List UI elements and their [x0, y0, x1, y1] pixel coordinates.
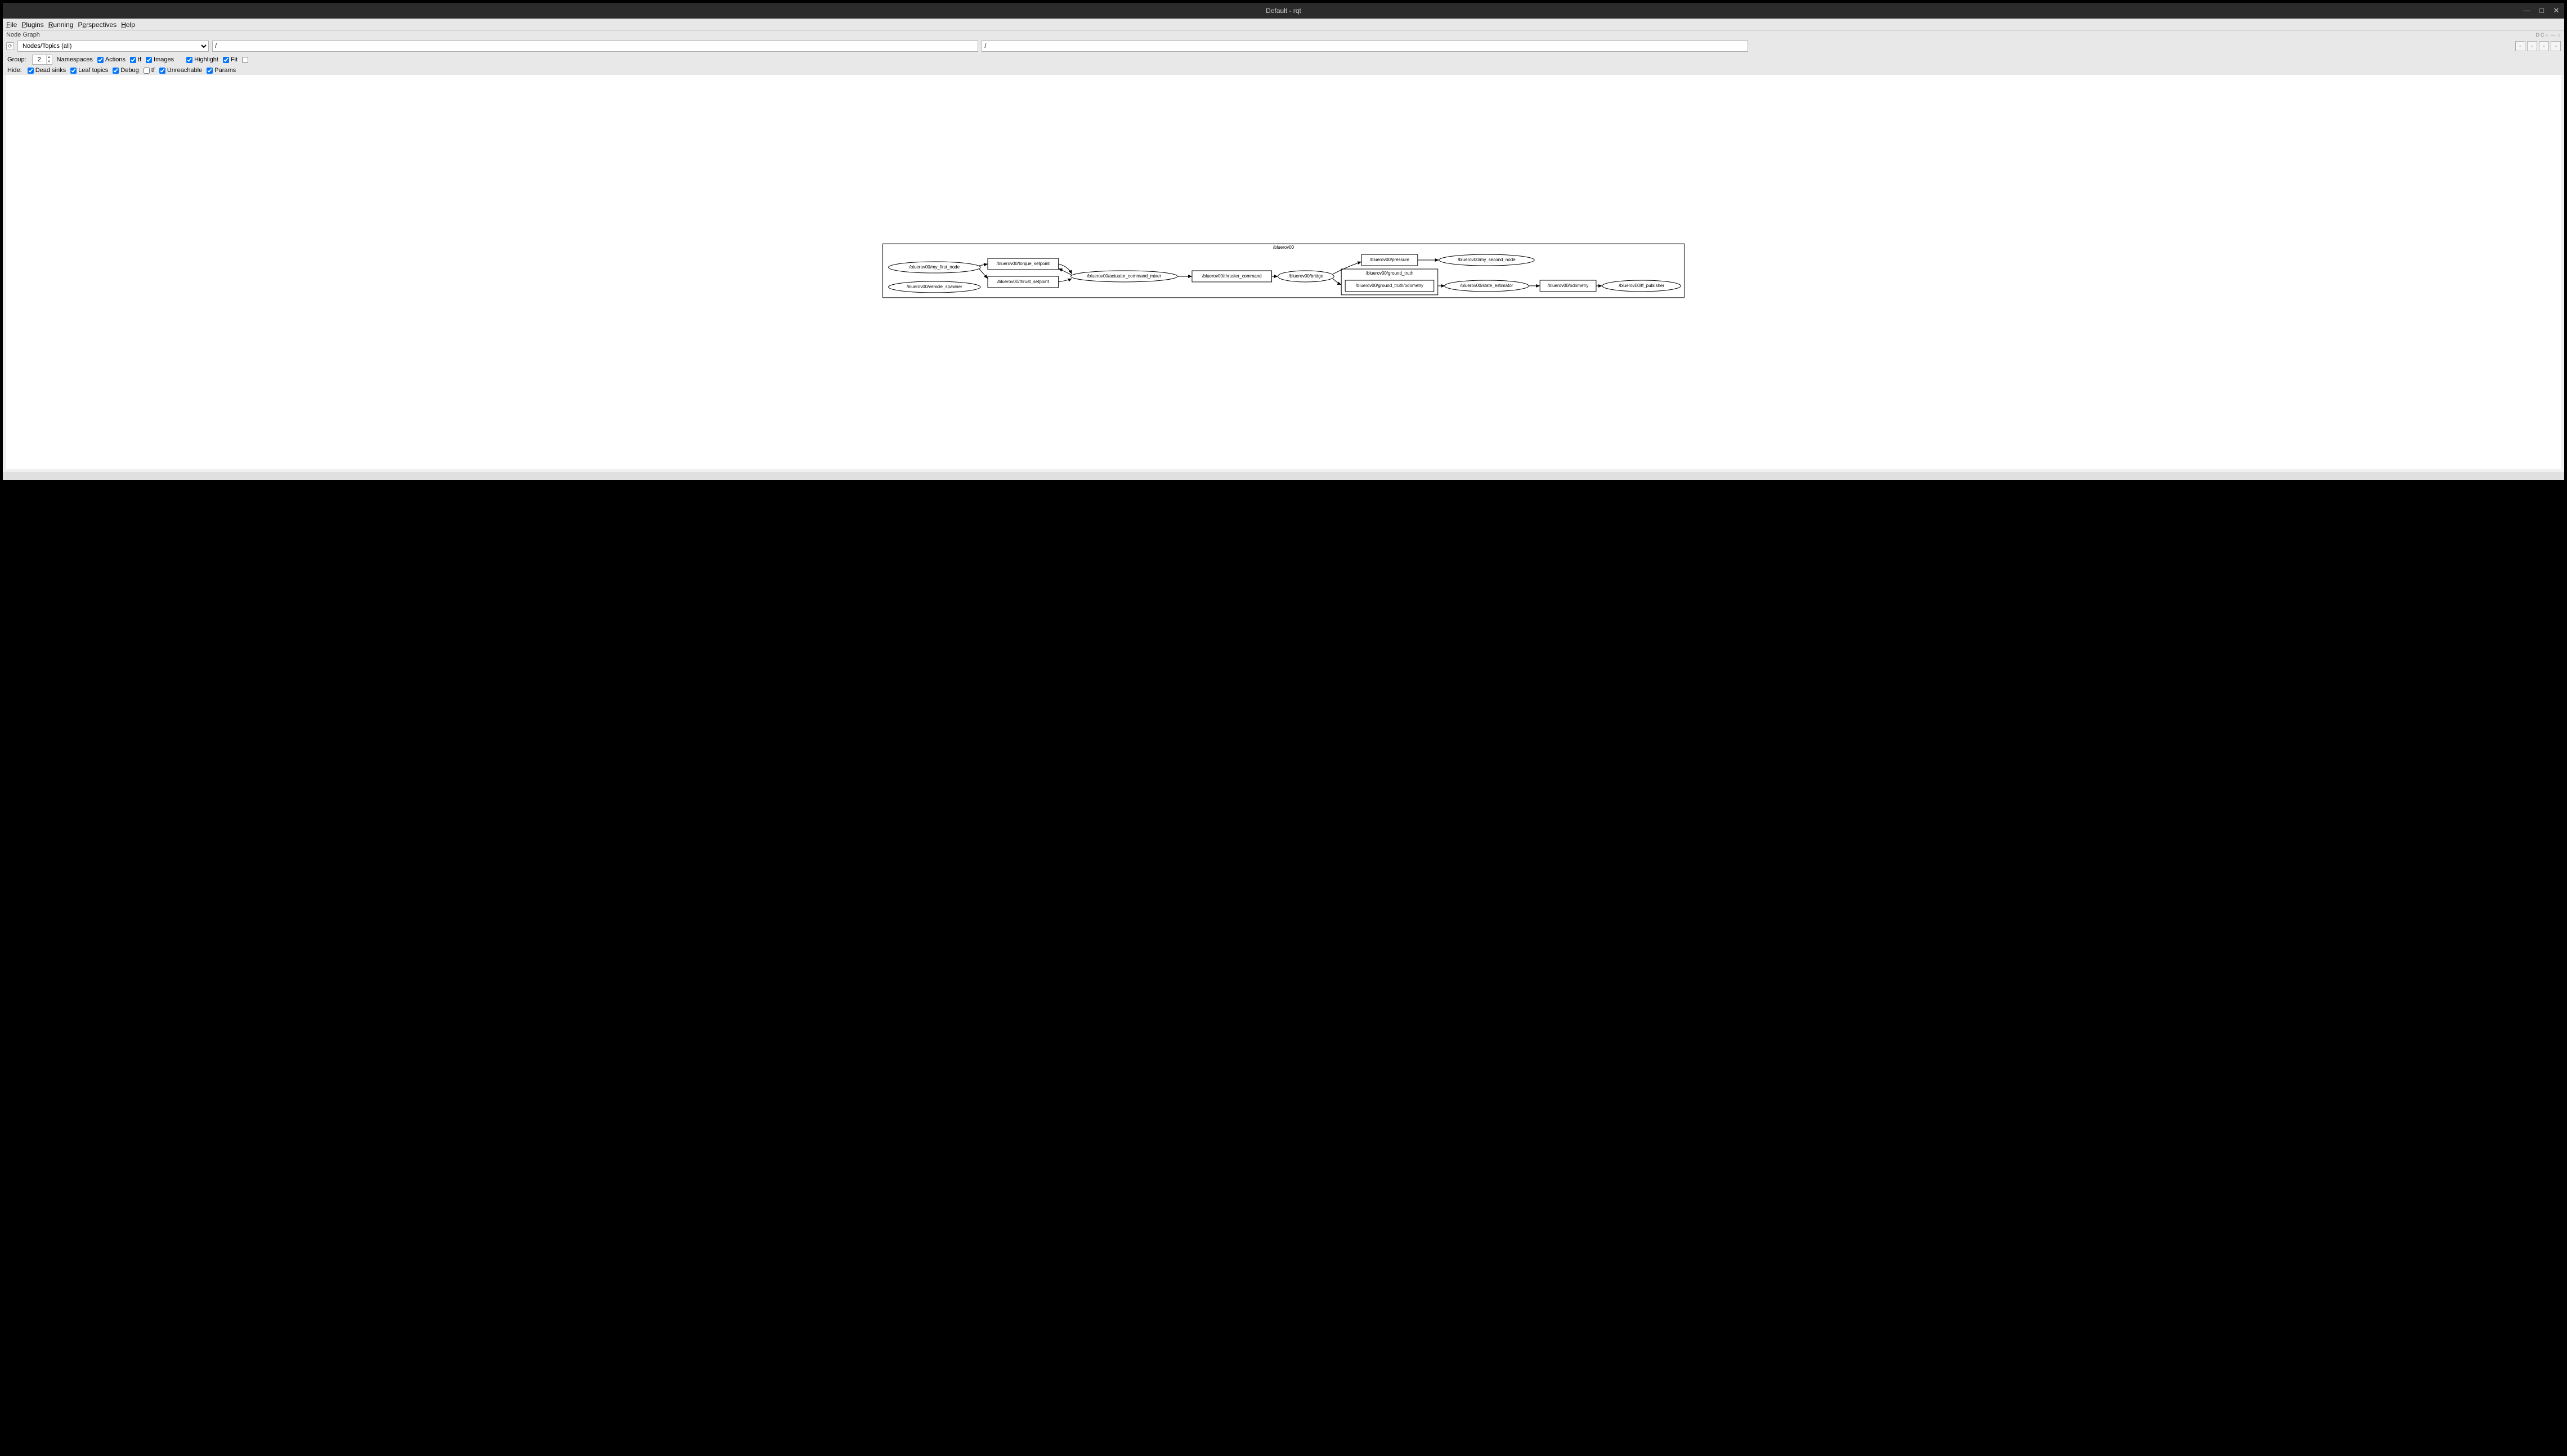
panel-menu-icon[interactable]: — — [2551, 32, 2556, 38]
save-image-button[interactable]: ▫ — [2515, 41, 2525, 51]
hide-label: Hide: — [7, 67, 22, 74]
edge — [1059, 264, 1072, 274]
tf-checkbox[interactable]: tf — [130, 56, 141, 63]
node-graph-svg: /bluerov00 /bluerov00/ground_truth /blue… — [7, 75, 2560, 468]
namespace-depth-spinner[interactable]: ▲▼ — [32, 55, 52, 65]
leaf-topics-checkbox[interactable]: Leaf topics — [70, 67, 108, 74]
panel-title: Node Graph — [6, 32, 40, 38]
debug-checkbox[interactable]: Debug — [113, 67, 138, 74]
statusbar — [3, 472, 2564, 480]
cluster-bluerov00-label: /bluerov00 — [1273, 245, 1294, 250]
edge — [979, 264, 988, 266]
edge — [1333, 279, 1341, 285]
edge — [979, 269, 988, 279]
svg-text:/bluerov00/actuator_command_mi: /bluerov00/actuator_command_mixer — [1087, 274, 1162, 279]
svg-text:/bluerov00/bridge: /bluerov00/bridge — [1289, 274, 1324, 279]
graph-canvas[interactable]: /bluerov00 /bluerov00/ground_truth /blue… — [6, 75, 2561, 469]
hide-row: Hide: Dead sinks Leaf topics Debug tf Un… — [3, 66, 2564, 75]
minimize-button[interactable]: — — [2523, 6, 2532, 15]
svg-text:/bluerov00/state_estimator: /bluerov00/state_estimator — [1461, 283, 1513, 288]
svg-text:/bluerov00/thruster_command: /bluerov00/thruster_command — [1202, 274, 1262, 279]
edge — [1059, 279, 1072, 282]
panel-dcgo-icon[interactable]: D C ○ — [2536, 32, 2548, 38]
group-row: Group: ▲▼ Namespaces Actions tf Images H… — [3, 53, 2564, 66]
maximize-button[interactable]: □ — [2537, 6, 2546, 15]
panel-close-icon[interactable]: ○ — [2558, 32, 2561, 38]
topic-filter-input[interactable] — [982, 41, 1748, 52]
svg-text:/bluerov00/pressure: /bluerov00/pressure — [1370, 257, 1410, 262]
cluster-ground-truth-label: /bluerov00/ground_truth — [1366, 271, 1414, 276]
window-title: Default - rqt — [1266, 7, 1301, 15]
hide-tf-checkbox[interactable]: tf — [144, 67, 155, 74]
svg-text:/bluerov00/my_first_node: /bluerov00/my_first_node — [910, 265, 960, 270]
images-checkbox[interactable]: Images — [146, 56, 174, 63]
svg-text:/bluerov00/thrust_setpoint: /bluerov00/thrust_setpoint — [997, 279, 1049, 284]
namespaces-label: Namespaces — [57, 56, 93, 63]
svg-text:/bluerov00/my_second_node: /bluerov00/my_second_node — [1458, 257, 1516, 262]
menubar: File Plugins Running Perspectives Help — [3, 19, 2564, 31]
menu-running[interactable]: Running — [48, 21, 74, 29]
edge — [1059, 268, 1072, 275]
node-filter-input[interactable] — [212, 41, 978, 52]
highlight-checkbox[interactable]: Highlight — [186, 56, 218, 63]
menu-plugins[interactable]: Plugins — [21, 21, 43, 29]
close-button[interactable]: ✕ — [2552, 6, 2561, 15]
save-svg-button[interactable]: ▫ — [2539, 41, 2549, 51]
menu-perspectives[interactable]: Perspectives — [78, 21, 117, 29]
menu-help[interactable]: Help — [121, 21, 135, 29]
unreachable-checkbox[interactable]: Unreachable — [159, 67, 202, 74]
auto-fit-checkbox[interactable] — [242, 57, 248, 63]
params-checkbox[interactable]: Params — [207, 67, 236, 74]
refresh-icon[interactable]: ⟳ — [6, 42, 14, 50]
actions-checkbox[interactable]: Actions — [97, 56, 126, 63]
load-dot-button[interactable]: ▫ — [2551, 41, 2561, 51]
titlebar: Default - rqt — □ ✕ — [3, 3, 2564, 19]
group-label: Group: — [7, 56, 26, 63]
svg-text:/bluerov00/tf_publisher: /bluerov00/tf_publisher — [1619, 283, 1664, 288]
view-mode-select[interactable]: Nodes/Topics (all) — [17, 41, 209, 52]
edge — [1333, 262, 1361, 274]
svg-text:/bluerov00/torque_setpoint: /bluerov00/torque_setpoint — [997, 261, 1050, 266]
dead-sinks-checkbox[interactable]: Dead sinks — [28, 67, 66, 74]
svg-text:/bluerov00/odometry: /bluerov00/odometry — [1548, 283, 1589, 288]
svg-text:/bluerov00/vehicle_spawner: /bluerov00/vehicle_spawner — [907, 284, 962, 289]
svg-text:/bluerov00/ground_truth/odomet: /bluerov00/ground_truth/odometry — [1356, 283, 1423, 288]
fit-checkbox[interactable]: Fit — [223, 56, 238, 63]
save-dot-button[interactable]: ▫ — [2527, 41, 2537, 51]
menu-file[interactable]: File — [6, 21, 17, 29]
panel-header: Node Graph D C ○ — ○ — [3, 31, 2564, 39]
toolbar: ⟳ Nodes/Topics (all) ▫ ▫ ▫ ▫ — [3, 39, 2564, 53]
